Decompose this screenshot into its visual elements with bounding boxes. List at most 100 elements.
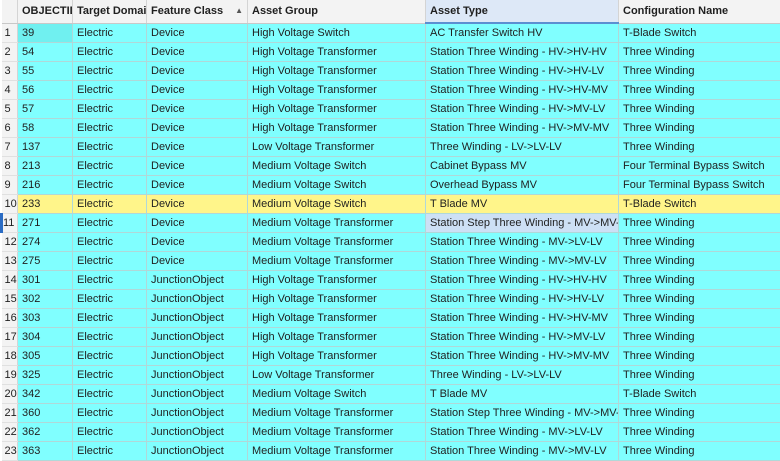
feature-class-cell[interactable]: JunctionObject [147,423,248,442]
configuration-name-cell[interactable]: Three Winding [619,366,780,385]
target-domain-cell[interactable]: Electric [73,81,147,100]
target-domain-cell[interactable]: Electric [73,271,147,290]
feature-class-cell[interactable]: Device [147,62,248,81]
target-domain-cell[interactable]: Electric [73,157,147,176]
asset-group-cell[interactable]: High Voltage Transformer [248,347,426,366]
configuration-name-cell[interactable]: Three Winding [619,119,780,138]
feature-class-cell[interactable]: Device [147,195,248,214]
asset-group-cell[interactable]: Medium Voltage Transformer [248,404,426,423]
feature-class-cell[interactable]: Device [147,138,248,157]
table-row[interactable]: 658ElectricDeviceHigh Voltage Transforme… [2,119,780,138]
target-domain-cell[interactable]: Electric [73,366,147,385]
asset-group-cell[interactable]: Medium Voltage Transformer [248,233,426,252]
asset-type-cell[interactable]: AC Transfer Switch HV [426,23,619,43]
objectid-cell[interactable]: 342 [18,385,73,404]
configuration-name-cell[interactable]: Three Winding [619,347,780,366]
asset-group-cell[interactable]: High Voltage Transformer [248,62,426,81]
objectid-cell[interactable]: 55 [18,62,73,81]
feature-class-cell[interactable]: JunctionObject [147,290,248,309]
asset-type-cell[interactable]: Cabinet Bypass MV [426,157,619,176]
target-domain-cell[interactable]: Electric [73,328,147,347]
configuration-name-cell[interactable]: Three Winding [619,328,780,347]
target-domain-cell[interactable]: Electric [73,195,147,214]
target-domain-cell[interactable]: Electric [73,252,147,271]
feature-class-cell[interactable]: JunctionObject [147,328,248,347]
table-row[interactable]: 139ElectricDeviceHigh Voltage SwitchAC T… [2,23,780,43]
table-row[interactable]: 18305ElectricJunctionObjectHigh Voltage … [2,347,780,366]
objectid-cell[interactable]: 56 [18,81,73,100]
row-number[interactable]: 11 [2,214,18,233]
table-row[interactable]: 22362ElectricJunctionObjectMedium Voltag… [2,423,780,442]
configuration-name-cell[interactable]: Three Winding [619,442,780,461]
table-row[interactable]: 456ElectricDeviceHigh Voltage Transforme… [2,81,780,100]
asset-group-cell[interactable]: High Voltage Transformer [248,81,426,100]
asset-type-cell[interactable]: Station Three Winding - HV->HV-HV [426,271,619,290]
configuration-name-cell[interactable]: Four Terminal Bypass Switch [619,157,780,176]
asset-type-cell[interactable]: T Blade MV [426,385,619,404]
row-number[interactable]: 7 [2,138,18,157]
feature-class-cell[interactable]: Device [147,176,248,195]
asset-group-cell[interactable]: Medium Voltage Switch [248,385,426,404]
row-number[interactable]: 16 [2,309,18,328]
objectid-cell[interactable]: 301 [18,271,73,290]
column-header-feature-class[interactable]: Feature Class▲ [147,0,248,23]
asset-group-cell[interactable]: Medium Voltage Switch [248,176,426,195]
asset-type-cell[interactable]: Station Three Winding - HV->MV-LV [426,100,619,119]
asset-type-cell[interactable]: Station Three Winding - HV->HV-MV [426,309,619,328]
target-domain-cell[interactable]: Electric [73,214,147,233]
objectid-cell[interactable]: 362 [18,423,73,442]
column-header-asset-group[interactable]: Asset Group [248,0,426,23]
column-header-asset-type[interactable]: Asset Type [426,0,619,23]
row-number[interactable]: 10 [2,195,18,214]
target-domain-cell[interactable]: Electric [73,442,147,461]
feature-class-cell[interactable]: JunctionObject [147,347,248,366]
objectid-cell[interactable]: 274 [18,233,73,252]
asset-group-cell[interactable]: Medium Voltage Switch [248,195,426,214]
row-number[interactable]: 21 [2,404,18,423]
row-number[interactable]: 17 [2,328,18,347]
configuration-name-cell[interactable]: Three Winding [619,404,780,423]
row-number[interactable]: 6 [2,119,18,138]
row-number[interactable]: 5 [2,100,18,119]
table-row[interactable]: 10233ElectricDeviceMedium Voltage Switch… [2,195,780,214]
row-number[interactable]: 20 [2,385,18,404]
feature-class-cell[interactable]: Device [147,81,248,100]
objectid-cell[interactable]: 213 [18,157,73,176]
feature-class-cell[interactable]: JunctionObject [147,271,248,290]
feature-class-cell[interactable]: Device [147,100,248,119]
objectid-cell[interactable]: 363 [18,442,73,461]
asset-type-cell[interactable]: Station Three Winding - MV->LV-LV [426,423,619,442]
row-number[interactable]: 14 [2,271,18,290]
asset-type-cell[interactable]: Station Three Winding - MV->LV-LV [426,233,619,252]
configuration-name-cell[interactable]: Three Winding [619,138,780,157]
asset-type-cell[interactable]: Station Three Winding - MV->MV-LV [426,252,619,271]
table-row[interactable]: 8213ElectricDeviceMedium Voltage SwitchC… [2,157,780,176]
target-domain-cell[interactable]: Electric [73,100,147,119]
feature-class-cell[interactable]: JunctionObject [147,385,248,404]
asset-type-cell[interactable]: Station Three Winding - HV->HV-LV [426,62,619,81]
column-header-target-domain[interactable]: Target Domai... [73,0,147,23]
asset-group-cell[interactable]: High Voltage Transformer [248,290,426,309]
feature-class-cell[interactable]: JunctionObject [147,366,248,385]
objectid-cell[interactable]: 54 [18,43,73,62]
configuration-name-cell[interactable]: Three Winding [619,43,780,62]
objectid-cell[interactable]: 325 [18,366,73,385]
table-row[interactable]: 15302ElectricJunctionObjectHigh Voltage … [2,290,780,309]
objectid-cell[interactable]: 39 [18,23,73,43]
feature-class-cell[interactable]: Device [147,43,248,62]
table-row[interactable]: 557ElectricDeviceHigh Voltage Transforme… [2,100,780,119]
feature-class-cell[interactable]: Device [147,157,248,176]
asset-type-cell[interactable]: Station Three Winding - HV->HV-LV [426,290,619,309]
asset-group-cell[interactable]: High Voltage Switch [248,23,426,43]
column-header-configuration-name[interactable]: Configuration Name [619,0,780,23]
table-row[interactable]: 12274ElectricDeviceMedium Voltage Transf… [2,233,780,252]
configuration-name-cell[interactable]: T-Blade Switch [619,23,780,43]
table-row[interactable]: 7137ElectricDeviceLow Voltage Transforme… [2,138,780,157]
configuration-name-cell[interactable]: Four Terminal Bypass Switch [619,176,780,195]
target-domain-cell[interactable]: Electric [73,290,147,309]
table-row[interactable]: 21360ElectricJunctionObjectMedium Voltag… [2,404,780,423]
target-domain-cell[interactable]: Electric [73,43,147,62]
configuration-name-cell[interactable]: Three Winding [619,290,780,309]
objectid-cell[interactable]: 216 [18,176,73,195]
target-domain-cell[interactable]: Electric [73,176,147,195]
